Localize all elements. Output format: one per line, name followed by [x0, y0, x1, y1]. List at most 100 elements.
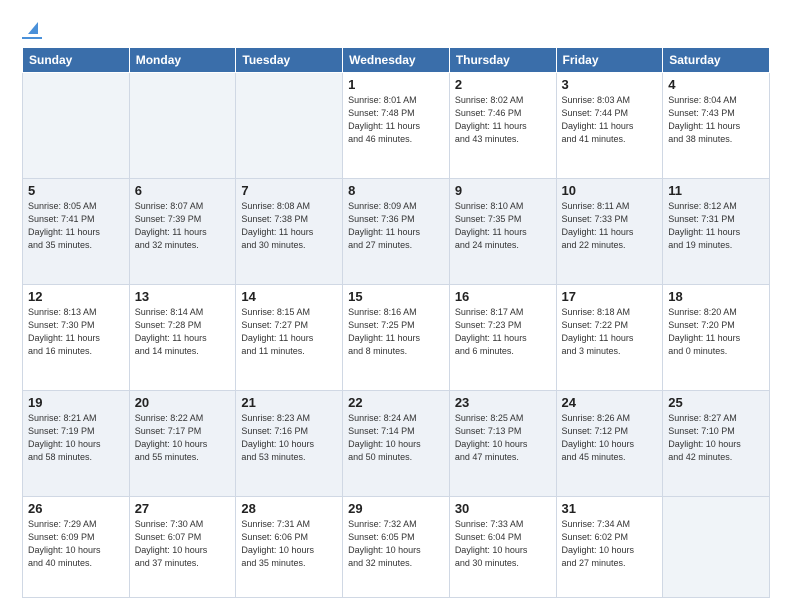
day-info: Sunrise: 8:25 AM Sunset: 7:13 PM Dayligh… — [455, 412, 551, 464]
day-number: 17 — [562, 289, 658, 304]
calendar-cell: 23 Sunrise: 8:25 AM Sunset: 7:13 PM Dayli… — [449, 390, 556, 496]
calendar-cell: 1 Sunrise: 8:01 AM Sunset: 7:48 PM Daylig… — [343, 73, 450, 179]
calendar-cell — [236, 73, 343, 179]
day-number: 30 — [455, 501, 551, 516]
day-info: Sunrise: 8:16 AM Sunset: 7:25 PM Dayligh… — [348, 306, 444, 358]
day-info: Sunrise: 8:09 AM Sunset: 7:36 PM Dayligh… — [348, 200, 444, 252]
day-number: 12 — [28, 289, 124, 304]
calendar-cell: 3 Sunrise: 8:03 AM Sunset: 7:44 PM Daylig… — [556, 73, 663, 179]
day-number: 14 — [241, 289, 337, 304]
calendar-cell: 20 Sunrise: 8:22 AM Sunset: 7:17 PM Dayli… — [129, 390, 236, 496]
day-number: 1 — [348, 77, 444, 92]
day-number: 7 — [241, 183, 337, 198]
day-info: Sunrise: 8:05 AM Sunset: 7:41 PM Dayligh… — [28, 200, 124, 252]
day-number: 28 — [241, 501, 337, 516]
col-header-monday: Monday — [129, 48, 236, 73]
calendar-cell: 21Sunrise: 8:23 AM Sunset: 7:16 PM Dayli… — [236, 390, 343, 496]
day-number: 26 — [28, 501, 124, 516]
calendar-cell: 26 Sunrise: 7:29 AM Sunset: 6:09 PM Dayli… — [23, 496, 130, 597]
calendar-cell: 10 Sunrise: 8:11 AM Sunset: 7:33 PM Dayli… — [556, 178, 663, 284]
day-number: 6 — [135, 183, 231, 198]
day-info: Sunrise: 8:14 AM Sunset: 7:28 PM Dayligh… — [135, 306, 231, 358]
day-number: 10 — [562, 183, 658, 198]
calendar-table: SundayMondayTuesdayWednesdayThursdayFrid… — [22, 47, 770, 598]
col-header-wednesday: Wednesday — [343, 48, 450, 73]
calendar-cell: 5 Sunrise: 8:05 AM Sunset: 7:41 PM Daylig… — [23, 178, 130, 284]
calendar-cell: 9Sunrise: 8:10 AM Sunset: 7:35 PM Daylig… — [449, 178, 556, 284]
day-number: 3 — [562, 77, 658, 92]
day-info: Sunrise: 7:29 AM Sunset: 6:09 PM Dayligh… — [28, 518, 124, 570]
calendar-cell: 12 Sunrise: 8:13 AM Sunset: 7:30 PM Dayli… — [23, 284, 130, 390]
day-info: Sunrise: 8:17 AM Sunset: 7:23 PM Dayligh… — [455, 306, 551, 358]
logo-divider — [22, 37, 42, 39]
calendar-cell — [663, 496, 770, 597]
day-info: Sunrise: 8:21 AM Sunset: 7:19 PM Dayligh… — [28, 412, 124, 464]
calendar-cell: 30 Sunrise: 7:33 AM Sunset: 6:04 PM Dayli… — [449, 496, 556, 597]
calendar-cell: 17 Sunrise: 8:18 AM Sunset: 7:22 PM Dayli… — [556, 284, 663, 390]
day-info: Sunrise: 8:27 AM Sunset: 7:10 PM Dayligh… — [668, 412, 764, 464]
day-info: Sunrise: 7:31 AM Sunset: 6:06 PM Dayligh… — [241, 518, 337, 570]
col-header-tuesday: Tuesday — [236, 48, 343, 73]
day-number: 2 — [455, 77, 551, 92]
day-info: Sunrise: 8:03 AM Sunset: 7:44 PM Dayligh… — [562, 94, 658, 146]
day-number: 20 — [135, 395, 231, 410]
day-number: 19 — [28, 395, 124, 410]
day-info: Sunrise: 8:24 AM Sunset: 7:14 PM Dayligh… — [348, 412, 444, 464]
calendar-cell: 25 Sunrise: 8:27 AM Sunset: 7:10 PM Dayli… — [663, 390, 770, 496]
day-info: Sunrise: 8:08 AM Sunset: 7:38 PM Dayligh… — [241, 200, 337, 252]
day-number: 13 — [135, 289, 231, 304]
day-number: 23 — [455, 395, 551, 410]
day-info: Sunrise: 7:32 AM Sunset: 6:05 PM Dayligh… — [348, 518, 444, 570]
day-number: 9 — [455, 183, 551, 198]
calendar-cell: 16 Sunrise: 8:17 AM Sunset: 7:23 PM Dayli… — [449, 284, 556, 390]
day-number: 8 — [348, 183, 444, 198]
day-info: Sunrise: 8:15 AM Sunset: 7:27 PM Dayligh… — [241, 306, 337, 358]
day-number: 22 — [348, 395, 444, 410]
day-number: 25 — [668, 395, 764, 410]
day-number: 27 — [135, 501, 231, 516]
day-info: Sunrise: 8:11 AM Sunset: 7:33 PM Dayligh… — [562, 200, 658, 252]
day-info: Sunrise: 8:07 AM Sunset: 7:39 PM Dayligh… — [135, 200, 231, 252]
calendar-cell: 2Sunrise: 8:02 AM Sunset: 7:46 PM Daylig… — [449, 73, 556, 179]
day-info: Sunrise: 8:20 AM Sunset: 7:20 PM Dayligh… — [668, 306, 764, 358]
day-info: Sunrise: 7:33 AM Sunset: 6:04 PM Dayligh… — [455, 518, 551, 570]
logo-icon — [24, 18, 42, 36]
calendar-cell: 15 Sunrise: 8:16 AM Sunset: 7:25 PM Dayli… — [343, 284, 450, 390]
calendar-cell: 24Sunrise: 8:26 AM Sunset: 7:12 PM Dayli… — [556, 390, 663, 496]
day-info: Sunrise: 8:22 AM Sunset: 7:17 PM Dayligh… — [135, 412, 231, 464]
day-number: 18 — [668, 289, 764, 304]
day-info: Sunrise: 7:30 AM Sunset: 6:07 PM Dayligh… — [135, 518, 231, 570]
calendar-cell: 7 Sunrise: 8:08 AM Sunset: 7:38 PM Daylig… — [236, 178, 343, 284]
calendar-cell: 19 Sunrise: 8:21 AM Sunset: 7:19 PM Dayli… — [23, 390, 130, 496]
calendar-cell: 28 Sunrise: 7:31 AM Sunset: 6:06 PM Dayli… — [236, 496, 343, 597]
calendar-cell: 11 Sunrise: 8:12 AM Sunset: 7:31 PM Dayli… — [663, 178, 770, 284]
day-info: Sunrise: 8:18 AM Sunset: 7:22 PM Dayligh… — [562, 306, 658, 358]
day-number: 15 — [348, 289, 444, 304]
day-number: 31 — [562, 501, 658, 516]
day-number: 16 — [455, 289, 551, 304]
day-info: Sunrise: 8:13 AM Sunset: 7:30 PM Dayligh… — [28, 306, 124, 358]
day-number: 5 — [28, 183, 124, 198]
logo — [22, 18, 42, 39]
calendar-cell — [129, 73, 236, 179]
day-number: 21 — [241, 395, 337, 410]
calendar-cell: 4Sunrise: 8:04 AM Sunset: 7:43 PM Daylig… — [663, 73, 770, 179]
header — [22, 18, 770, 39]
calendar-cell: 6 Sunrise: 8:07 AM Sunset: 7:39 PM Daylig… — [129, 178, 236, 284]
col-header-friday: Friday — [556, 48, 663, 73]
col-header-sunday: Sunday — [23, 48, 130, 73]
page: SundayMondayTuesdayWednesdayThursdayFrid… — [0, 0, 792, 612]
day-info: Sunrise: 8:26 AM Sunset: 7:12 PM Dayligh… — [562, 412, 658, 464]
day-info: Sunrise: 8:04 AM Sunset: 7:43 PM Dayligh… — [668, 94, 764, 146]
calendar-cell: 29 Sunrise: 7:32 AM Sunset: 6:05 PM Dayli… — [343, 496, 450, 597]
day-info: Sunrise: 8:01 AM Sunset: 7:48 PM Dayligh… — [348, 94, 444, 146]
calendar-cell: 22 Sunrise: 8:24 AM Sunset: 7:14 PM Dayli… — [343, 390, 450, 496]
day-info: Sunrise: 8:12 AM Sunset: 7:31 PM Dayligh… — [668, 200, 764, 252]
day-number: 29 — [348, 501, 444, 516]
calendar-cell: 18 Sunrise: 8:20 AM Sunset: 7:20 PM Dayli… — [663, 284, 770, 390]
calendar-cell: 8 Sunrise: 8:09 AM Sunset: 7:36 PM Daylig… — [343, 178, 450, 284]
calendar-cell: 13 Sunrise: 8:14 AM Sunset: 7:28 PM Dayli… — [129, 284, 236, 390]
calendar-cell — [23, 73, 130, 179]
day-number: 11 — [668, 183, 764, 198]
calendar-cell: 14 Sunrise: 8:15 AM Sunset: 7:27 PM Dayli… — [236, 284, 343, 390]
